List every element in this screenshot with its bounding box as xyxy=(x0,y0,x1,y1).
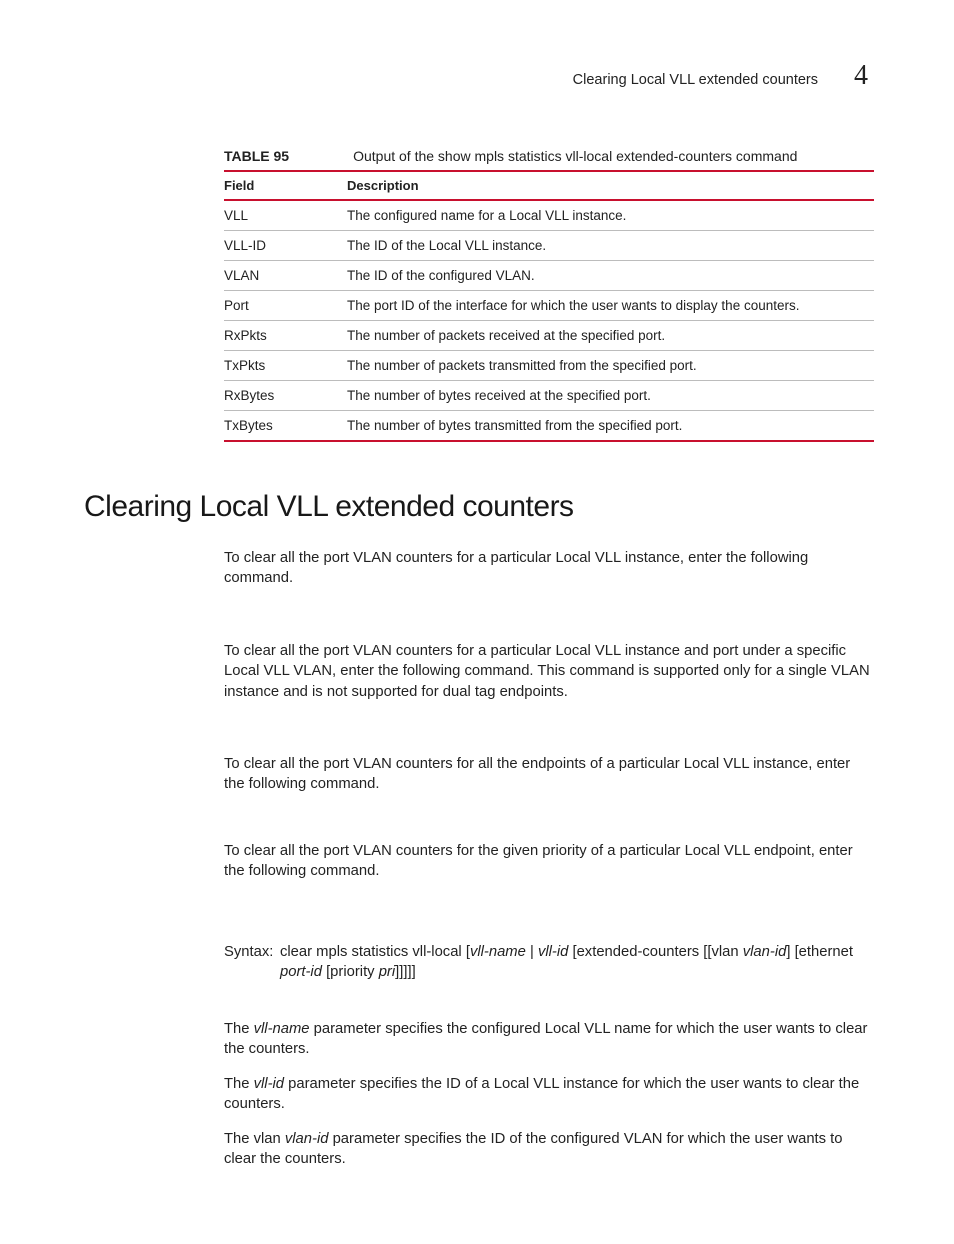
cell-field: RxPkts xyxy=(224,321,347,351)
text: parameter specifies the ID of a Local VL… xyxy=(224,1076,859,1112)
table-row: RxPktsThe number of packets received at … xyxy=(224,321,874,351)
param-var: vlan-id xyxy=(285,1131,329,1147)
syntax-text: clear mpls statistics vll-local [ xyxy=(280,944,470,960)
paragraph: The vll-id parameter specifies the ID of… xyxy=(224,1074,870,1115)
syntax-label: Syntax: xyxy=(224,942,280,983)
cell-field: Port xyxy=(224,291,347,321)
col-header-description: Description xyxy=(347,171,874,200)
paragraph: To clear all the port VLAN counters for … xyxy=(224,754,870,795)
cell-desc: The port ID of the interface for which t… xyxy=(347,291,874,321)
cell-desc: The number of packets transmitted from t… xyxy=(347,351,874,381)
table-label: TABLE 95 xyxy=(224,148,289,164)
cell-desc: The ID of the Local VLL instance. xyxy=(347,231,874,261)
cell-field: TxBytes xyxy=(224,411,347,442)
text: The vlan xyxy=(224,1131,285,1147)
cell-desc: The number of packets received at the sp… xyxy=(347,321,874,351)
paragraph: The vlan vlan-id parameter specifies the… xyxy=(224,1129,870,1170)
text: The xyxy=(224,1076,254,1092)
paragraph: To clear all the port VLAN counters for … xyxy=(224,548,870,589)
cell-desc: The ID of the configured VLAN. xyxy=(347,261,874,291)
cell-desc: The number of bytes transmitted from the… xyxy=(347,411,874,442)
cell-field: VLL xyxy=(224,200,347,231)
table-row: VLL-IDThe ID of the Local VLL instance. xyxy=(224,231,874,261)
syntax-var: vll-id xyxy=(538,944,568,960)
table-row: TxBytesThe number of bytes transmitted f… xyxy=(224,411,874,442)
running-header: Clearing Local VLL extended counters 4 xyxy=(84,60,870,92)
cell-field: TxPkts xyxy=(224,351,347,381)
syntax-body: clear mpls statistics vll-local [vll-nam… xyxy=(280,942,870,983)
param-var: vll-id xyxy=(254,1076,284,1092)
cell-desc: The number of bytes received at the spec… xyxy=(347,381,874,411)
table-caption-text: Output of the show mpls statistics vll-l… xyxy=(353,148,797,164)
syntax-line: Syntax: clear mpls statistics vll-local … xyxy=(224,942,870,983)
table-row: PortThe port ID of the interface for whi… xyxy=(224,291,874,321)
page: Clearing Local VLL extended counters 4 T… xyxy=(0,0,954,1244)
syntax-var: pri xyxy=(379,964,395,980)
cell-field: RxBytes xyxy=(224,381,347,411)
table-row: TxPktsThe number of packets transmitted … xyxy=(224,351,874,381)
chapter-number: 4 xyxy=(854,60,868,92)
syntax-text: | xyxy=(526,944,538,960)
table-header-row: Field Description xyxy=(224,171,874,200)
text: parameter specifies the configured Local… xyxy=(224,1021,867,1057)
table-block: TABLE 95 Output of the show mpls statist… xyxy=(224,148,870,442)
cell-field: VLL-ID xyxy=(224,231,347,261)
table-caption: TABLE 95 Output of the show mpls statist… xyxy=(224,148,870,164)
cell-desc: The configured name for a Local VLL inst… xyxy=(347,200,874,231)
syntax-var: port-id xyxy=(280,964,322,980)
param-var: vll-name xyxy=(254,1021,310,1037)
syntax-var: vll-name xyxy=(470,944,526,960)
text: The xyxy=(224,1021,254,1037)
syntax-var: vlan-id xyxy=(743,944,787,960)
running-header-title: Clearing Local VLL extended counters xyxy=(573,72,818,88)
table-row: VLANThe ID of the configured VLAN. xyxy=(224,261,874,291)
table-row: VLLThe configured name for a Local VLL i… xyxy=(224,200,874,231)
paragraph: The vll-name parameter specifies the con… xyxy=(224,1019,870,1060)
syntax-text: ] [ethernet xyxy=(786,944,853,960)
syntax-text: [priority xyxy=(322,964,379,980)
cell-field: VLAN xyxy=(224,261,347,291)
paragraph: To clear all the port VLAN counters for … xyxy=(224,641,870,702)
output-fields-table: Field Description VLLThe configured name… xyxy=(224,170,874,442)
syntax-text: [extended-counters [[vlan xyxy=(568,944,742,960)
paragraph: To clear all the port VLAN counters for … xyxy=(224,841,870,882)
col-header-field: Field xyxy=(224,171,347,200)
syntax-text: ]]]]] xyxy=(395,964,416,980)
section-heading: Clearing Local VLL extended counters xyxy=(84,490,870,524)
table-row: RxBytesThe number of bytes received at t… xyxy=(224,381,874,411)
section-body: To clear all the port VLAN counters for … xyxy=(224,548,870,1170)
